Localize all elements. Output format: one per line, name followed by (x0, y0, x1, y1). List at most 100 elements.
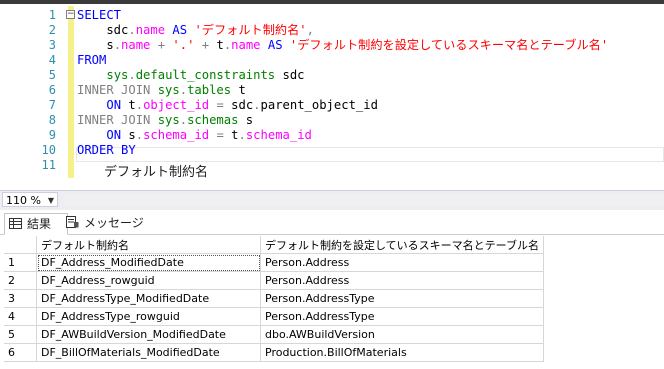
code-line[interactable]: 4 FROM (0, 53, 664, 68)
code-token: t (121, 98, 136, 112)
code-token: AS (172, 23, 188, 37)
row-number[interactable]: 1 (4, 253, 37, 272)
code-text[interactable]: ORDER BY (77, 143, 136, 158)
code-text[interactable]: sdc.name AS 'デフォルト制約名', (77, 23, 314, 38)
results-grid[interactable]: デフォルト制約名 デフォルト制約を設定しているスキーマ名とテーブル名 1 DF_A… (4, 236, 545, 362)
code-token: ON (106, 128, 122, 142)
code-token: sdc (275, 68, 305, 82)
tab-results[interactable]: 結果 (4, 213, 68, 235)
tab-results-label: 結果 (27, 217, 52, 231)
table-cell[interactable]: Person.AddressType (260, 307, 545, 326)
zoom-value: 110 % (6, 194, 41, 207)
table-row[interactable]: 3 DF_AddressType_ModifiedDate Person.Addre… (4, 289, 545, 308)
line-number: 6 (48, 83, 56, 97)
code-token: sys (157, 83, 180, 97)
code-token: . (113, 38, 122, 52)
code-line[interactable]: 3 s.name + '.' + t.name AS 'デフォルト制約を設定して… (0, 38, 664, 53)
table-row[interactable]: 4 DF_AddressType_rowguid Person.AddressTyp… (4, 307, 545, 326)
code-text[interactable]: INNER JOIN sys.schemas s (77, 113, 253, 128)
tab-messages-label: メッセージ (84, 216, 144, 230)
row-header-corner (4, 236, 37, 254)
code-line[interactable]: 5 sys.default_constraints sdc (0, 68, 664, 83)
code-token: s (121, 128, 136, 142)
code-token: '.' (172, 38, 195, 52)
table-cell[interactable]: DF_AWBuildVersion_ModifiedDate (36, 325, 261, 344)
code-text[interactable]: ON t.object_id = sdc.parent_object_id (77, 98, 378, 113)
chevron-down-icon[interactable]: ▼ (48, 193, 54, 208)
code-line[interactable]: 8 INNER JOIN sys.schemas s (0, 113, 664, 128)
horizontal-scrollbar[interactable] (64, 194, 664, 206)
code-line[interactable]: 10 ORDER BY (0, 143, 664, 158)
table-cell[interactable]: DF_AddressType_ModifiedDate (36, 289, 261, 308)
code-token: + (157, 38, 166, 52)
code-text[interactable]: SELECT (77, 8, 121, 23)
code-token: object_id (143, 98, 210, 112)
line-number: 5 (48, 68, 56, 82)
code-token: INNER JOIN (77, 83, 151, 97)
column-header[interactable]: デフォルト制約を設定しているスキーマ名とテーブル名 (260, 236, 545, 254)
code-token: sys (106, 68, 129, 82)
code-line[interactable]: 7 ON t.object_id = sdc.parent_object_id (0, 98, 664, 113)
row-number[interactable]: 5 (4, 325, 37, 344)
code-token: sdc (77, 23, 129, 37)
code-token: name (231, 38, 261, 52)
code-text[interactable]: s.name + '.' + t.name AS 'デフォルト制約を設定している… (77, 38, 608, 53)
code-token: s (77, 38, 114, 52)
line-number: 9 (48, 128, 56, 142)
code-line[interactable]: 11 (0, 158, 664, 173)
row-number[interactable]: 6 (4, 343, 37, 362)
row-number[interactable]: 2 (4, 271, 37, 290)
code-token: . (135, 98, 144, 112)
table-row[interactable]: 6 DF_BillOfMaterials_ModifiedDate Producti… (4, 343, 545, 362)
grid-icon (9, 215, 22, 235)
code-line[interactable]: 2 sdc.name AS 'デフォルト制約名', (0, 23, 664, 38)
table-cell[interactable]: Person.Address (260, 271, 545, 290)
table-cell[interactable]: Person.Address (260, 253, 545, 272)
row-number[interactable]: 4 (4, 307, 37, 326)
code-token: tables (187, 83, 232, 97)
code-token: name (135, 23, 166, 37)
table-cell[interactable]: Production.BillOfMaterials (260, 343, 545, 362)
code-line[interactable]: 6 INNER JOIN sys.tables t (0, 83, 664, 98)
code-line[interactable]: 1 SELECT (0, 8, 664, 23)
zoom-select[interactable]: 110 % ▼ (2, 192, 58, 207)
code-token: . (179, 83, 188, 97)
code-token: . (128, 23, 136, 37)
table-cell[interactable]: dbo.AWBuildVersion (260, 325, 545, 344)
table-cell[interactable]: DF_AddressType_rowguid (36, 307, 261, 326)
line-number: 11 (41, 158, 56, 172)
code-token: FROM (77, 53, 107, 67)
code-token: . (128, 68, 136, 82)
code-line[interactable]: 9 ON s.schema_id = t.schema_id (0, 128, 664, 143)
code-token: name (121, 38, 151, 52)
code-token: s (238, 113, 254, 127)
line-number: 1 (48, 8, 56, 22)
tab-messages[interactable]: メッセージ (62, 213, 150, 233)
table-row[interactable]: 5 DF_AWBuildVersion_ModifiedDate dbo.AWBui… (4, 325, 545, 344)
row-number[interactable]: 3 (4, 289, 37, 308)
code-token: sys (157, 113, 180, 127)
line-number: 10 (41, 143, 56, 157)
column-header[interactable]: デフォルト制約名 (36, 236, 261, 254)
table-row[interactable]: 2 DF_Address_rowguid Person.Address (4, 271, 545, 290)
code-token: t (209, 38, 224, 52)
table-cell[interactable]: DF_BillOfMaterials_ModifiedDate (36, 343, 261, 362)
table-row[interactable]: 1 DF_Address_ModifiedDate Person.Address (4, 253, 545, 272)
code-token: INNER JOIN (77, 113, 151, 127)
code-text[interactable]: FROM (77, 53, 106, 68)
table-cell[interactable]: DF_Address_rowguid (36, 271, 261, 290)
code-token: . (253, 98, 261, 112)
table-cell[interactable]: Person.AddressType (260, 289, 545, 308)
code-text[interactable]: ON s.schema_id = t.schema_id (77, 128, 312, 143)
code-token: 'デフォルト制約を設定しているスキーマ名とテーブル名' (289, 38, 609, 52)
results-tabs: 結果 メッセージ (0, 210, 664, 235)
sql-editor[interactable]: − 1 SELECT 2 sdc.name AS 'デフォルト制約名', 3 s.na… (0, 0, 664, 190)
table-cell[interactable]: DF_Address_ModifiedDate (36, 253, 261, 272)
code-text[interactable]: INNER JOIN sys.tables t (77, 83, 246, 98)
line-number: 8 (48, 113, 56, 127)
code-text[interactable]: sys.default_constraints sdc (77, 68, 305, 83)
